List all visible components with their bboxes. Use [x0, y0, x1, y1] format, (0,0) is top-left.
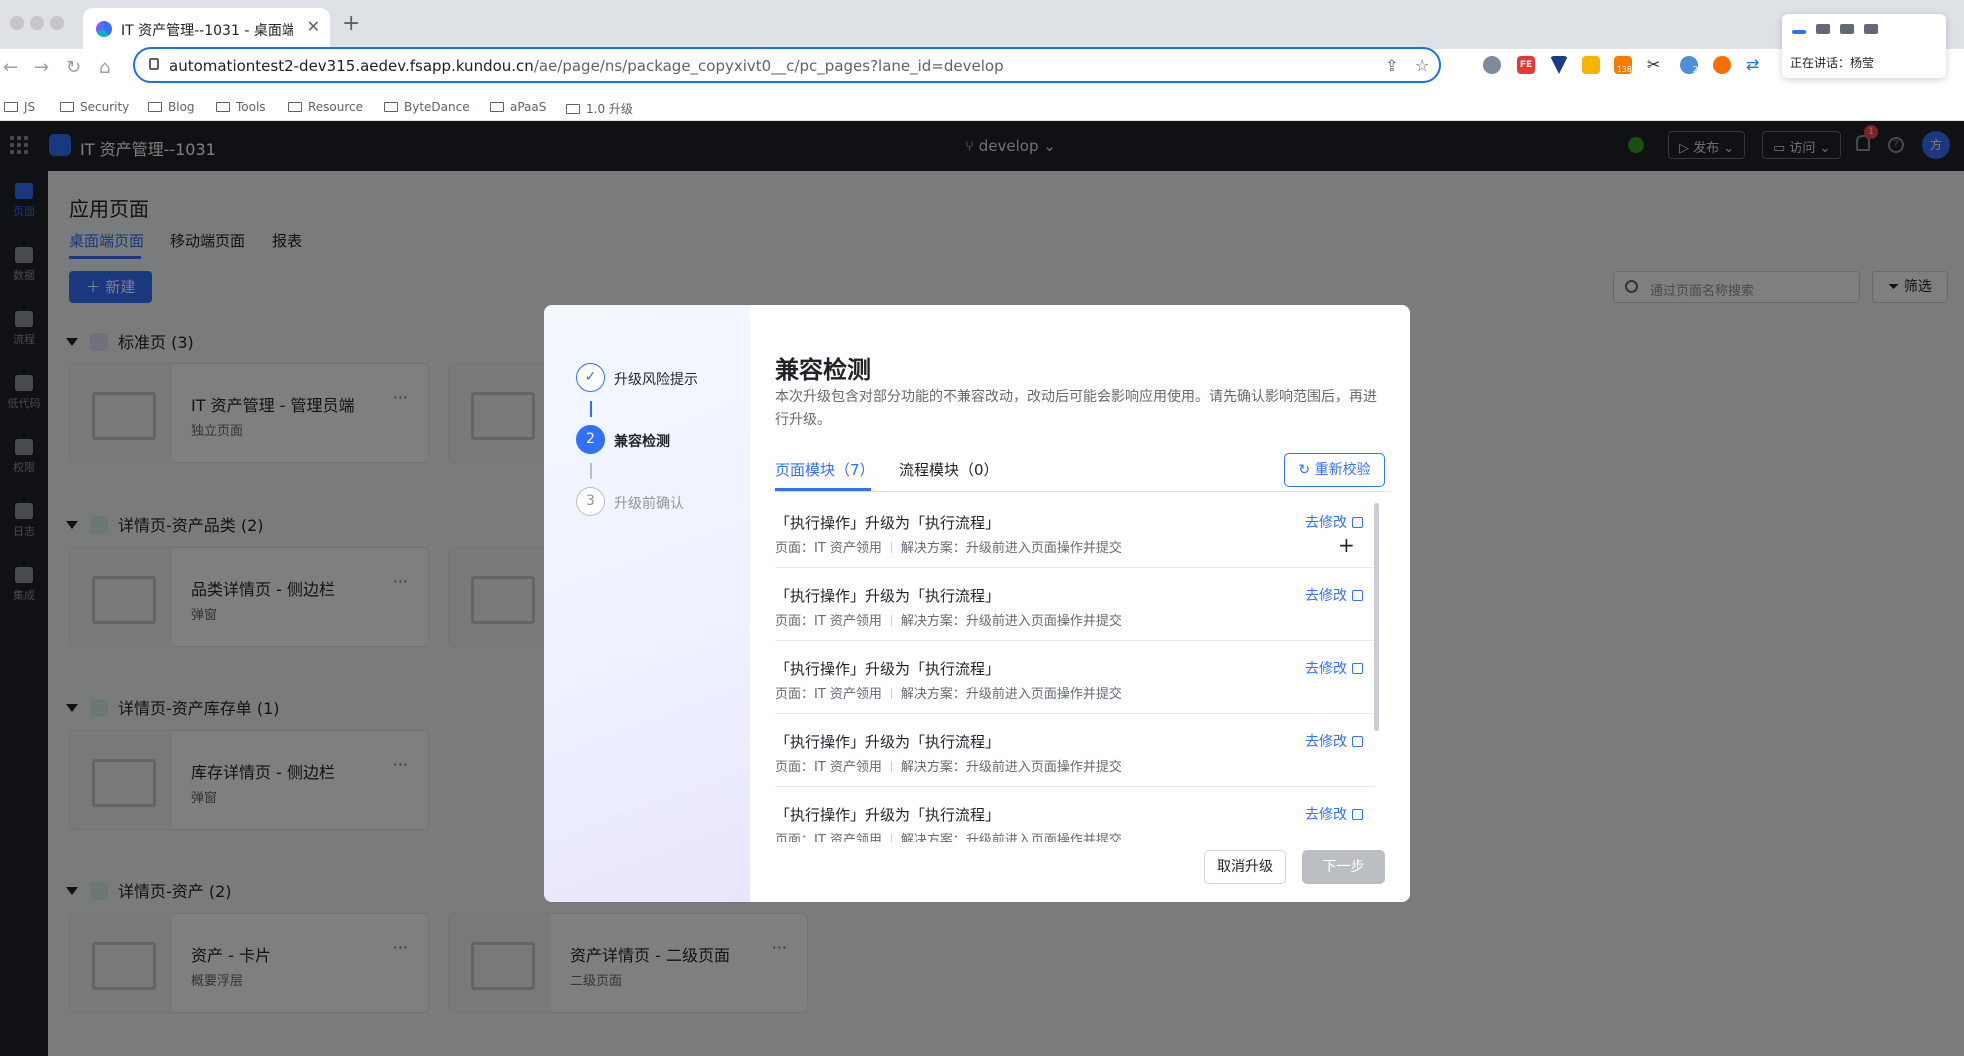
- issue-title: 「执行操作」升级为「执行流程」: [775, 514, 1001, 532]
- browser-tab-active[interactable]: IT 资产管理--1031 - 桌面端页面 ✕: [83, 8, 330, 49]
- lock-icon: [149, 58, 159, 70]
- step-number: 2: [576, 425, 605, 454]
- issue-meta: 页面：IT 资产领用 解决方案：升级前进入页面操作并提交: [775, 829, 1122, 842]
- speaking-status: 正在讲话：杨莹: [1790, 56, 1875, 70]
- modal-tab-divider: [775, 491, 1390, 492]
- external-link-icon: [1352, 736, 1363, 747]
- layout-gallery-icon[interactable]: [1816, 24, 1830, 34]
- bookmark-upgrade[interactable]: 1.0 升级: [566, 100, 633, 117]
- extension-sync-icon[interactable]: ⇄: [1746, 56, 1764, 74]
- reload-icon[interactable]: ↻: [66, 57, 81, 78]
- list-item: 「执行操作」升级为「执行流程」 页面：IT 资产领用 解决方案：升级前进入页面操作…: [775, 568, 1375, 641]
- extension-rss-icon[interactable]: 138: [1614, 56, 1632, 74]
- tab-page-module[interactable]: 页面模块（7）: [775, 459, 875, 480]
- layout-grid-icon[interactable]: [1864, 24, 1878, 34]
- modal-description: 本次升级包含对部分功能的不兼容改动，改动后可能会影响应用使用。请先确认影响范围后…: [775, 389, 1377, 428]
- step-connector: [590, 463, 592, 479]
- bookmark-bytedance[interactable]: ByteDance: [384, 100, 470, 114]
- list-item: 「执行操作」升级为「执行流程」 页面：IT 资产领用 解决方案：升级前进入页面操作…: [775, 495, 1375, 568]
- extension-1-icon[interactable]: [1483, 56, 1501, 74]
- tab-title: IT 资产管理--1031 - 桌面端页面: [121, 23, 293, 39]
- cancel-upgrade-button[interactable]: 取消升级: [1204, 850, 1286, 884]
- bookmark-security[interactable]: Security: [60, 100, 129, 114]
- new-tab-button[interactable]: +: [342, 11, 360, 36]
- tab-favicon-icon: [96, 21, 112, 37]
- issue-title: 「执行操作」升级为「执行流程」: [775, 587, 1001, 605]
- next-step-button[interactable]: 下一步: [1302, 850, 1385, 884]
- issue-meta: 页面：IT 资产领用 解决方案：升级前进入页面操作并提交: [775, 614, 1122, 629]
- issue-meta: 页面：IT 资产领用 解决方案：升级前进入页面操作并提交: [775, 687, 1122, 702]
- tab-close-icon[interactable]: ✕: [307, 17, 320, 36]
- step-label: 升级前确认: [614, 496, 684, 512]
- folder-icon: [490, 102, 504, 112]
- folder-icon: [288, 102, 302, 112]
- step-number: 3: [576, 487, 605, 516]
- folder-icon: [384, 102, 398, 112]
- bookmark-js[interactable]: JS: [4, 100, 35, 114]
- check-icon: ✓: [576, 363, 605, 392]
- window-close-dot[interactable]: [10, 16, 24, 30]
- share-icon[interactable]: ⇪: [1385, 56, 1398, 75]
- folder-icon: [4, 102, 18, 112]
- steps-panel: ✓ 升级风险提示 2 兼容检测 3 升级前确认: [544, 305, 750, 902]
- extension-chat-icon[interactable]: [1582, 56, 1600, 74]
- list-item: 「执行操作」升级为「执行流程」 页面：IT 资产领用 解决方案：升级前进入页面操作…: [775, 714, 1375, 787]
- bookmark-resource[interactable]: Resource: [288, 100, 363, 114]
- extension-globe-icon[interactable]: 2: [1680, 56, 1698, 74]
- issue-meta: 页面：IT 资产领用 解决方案：升级前进入页面操作并提交: [775, 541, 1122, 556]
- fix-link[interactable]: 去修改: [1305, 804, 1363, 824]
- step-label: 兼容检测: [614, 434, 670, 450]
- bookmarks-bar: JS Security Blog Tools Resource ByteDanc…: [0, 92, 1964, 121]
- back-arrow-icon[interactable]: ←: [3, 57, 18, 78]
- browser-tabstrip: IT 资产管理--1031 - 桌面端页面 ✕ +: [0, 0, 1964, 49]
- step-connector: [590, 401, 592, 417]
- extension-fe-icon[interactable]: FE: [1517, 56, 1535, 74]
- address-bar[interactable]: automationtest2-dev315.aedev.fsapp.kundo…: [133, 47, 1441, 83]
- bookmark-apaas[interactable]: aPaaS: [490, 100, 546, 114]
- mouse-cursor-icon: +: [1338, 533, 1355, 557]
- external-link-icon: [1352, 663, 1363, 674]
- issue-list: 「执行操作」升级为「执行流程」 页面：IT 资产领用 解决方案：升级前进入页面操作…: [775, 495, 1390, 842]
- meeting-widget[interactable]: 正在讲话：杨莹: [1782, 14, 1946, 78]
- folder-icon: [216, 102, 230, 112]
- extension-scissors-icon[interactable]: ✂: [1647, 56, 1665, 74]
- forward-arrow-icon[interactable]: →: [34, 57, 49, 78]
- bookmark-tools[interactable]: Tools: [216, 100, 266, 114]
- folder-icon: [60, 102, 74, 112]
- issue-meta: 页面：IT 资产领用 解决方案：升级前进入页面操作并提交: [775, 760, 1122, 775]
- recheck-button[interactable]: ↻ 重新校验: [1284, 453, 1385, 487]
- issue-title: 「执行操作」升级为「执行流程」: [775, 660, 1001, 678]
- folder-icon: [148, 102, 162, 112]
- bookmark-blog[interactable]: Blog: [148, 100, 195, 114]
- upgrade-modal: ✓ 升级风险提示 2 兼容检测 3 升级前确认 兼容检测 本次升级包含对部分功能…: [544, 305, 1410, 902]
- fix-link[interactable]: 去修改: [1305, 585, 1363, 605]
- step-label: 升级风险提示: [614, 372, 698, 388]
- modal-title: 兼容检测: [775, 356, 871, 384]
- url-text: automationtest2-dev315.aedev.fsapp.kundo…: [169, 57, 1004, 75]
- layout-list-icon[interactable]: [1840, 24, 1854, 34]
- external-link-icon: [1352, 517, 1363, 528]
- window-minimize-dot[interactable]: [30, 16, 44, 30]
- home-icon[interactable]: ⌂: [99, 57, 110, 78]
- external-link-icon: [1352, 590, 1363, 601]
- list-scrollbar[interactable]: [1374, 503, 1379, 731]
- list-item: 「执行操作」升级为「执行流程」 页面：IT 资产领用 解决方案：升级前进入页面操作…: [775, 787, 1375, 842]
- layout-speaker-icon[interactable]: [1792, 30, 1806, 34]
- folder-icon: [566, 104, 580, 114]
- tab-flow-module[interactable]: 流程模块（0）: [899, 459, 999, 480]
- fix-link[interactable]: 去修改: [1305, 731, 1363, 751]
- issue-title: 「执行操作」升级为「执行流程」: [775, 806, 1001, 824]
- issue-title: 「执行操作」升级为「执行流程」: [775, 733, 1001, 751]
- bookmark-star-icon[interactable]: ☆: [1415, 56, 1429, 75]
- extension-orange-icon[interactable]: [1713, 56, 1731, 74]
- fix-link[interactable]: 去修改: [1305, 512, 1363, 532]
- list-item: 「执行操作」升级为「执行流程」 页面：IT 资产领用 解决方案：升级前进入页面操作…: [775, 641, 1375, 714]
- external-link-icon: [1352, 809, 1363, 820]
- window-zoom-dot[interactable]: [50, 16, 64, 30]
- fix-link[interactable]: 去修改: [1305, 658, 1363, 678]
